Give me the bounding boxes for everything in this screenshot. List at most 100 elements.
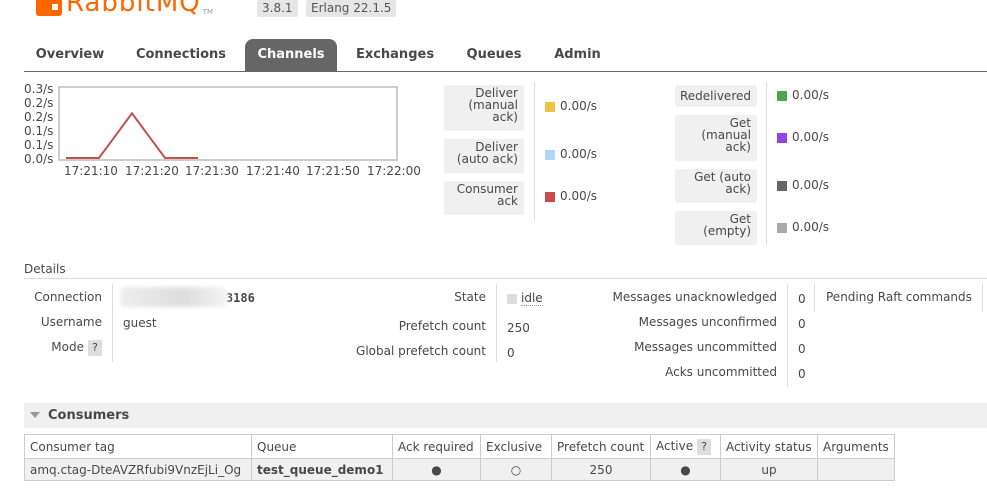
tab-admin[interactable]: Admin <box>542 39 613 71</box>
activity-status-cell: up <box>720 458 818 481</box>
y-tick-label: 0.2/s <box>24 96 54 110</box>
acks-uncommit-value: 0 <box>798 367 806 381</box>
username-label: Username <box>40 315 102 329</box>
y-tick-label: 0.2/s <box>24 110 54 124</box>
consumers-section-header[interactable] <box>24 403 987 428</box>
details-divider-4 <box>814 284 815 312</box>
rate-divider <box>534 82 535 220</box>
rate-value-deliver-manual: 0.00/s <box>560 99 598 113</box>
tab-channels[interactable]: Channels <box>245 39 337 71</box>
arguments-cell <box>817 458 895 481</box>
collapse-caret-icon[interactable] <box>30 412 40 418</box>
tab-connections[interactable]: Connections <box>127 39 235 71</box>
global-prefetch-label: Global prefetch count <box>356 344 486 358</box>
active-cell: ● <box>650 458 721 481</box>
ack-required-cell: ● <box>392 458 481 481</box>
version-badge: 3.8.1 <box>257 0 298 17</box>
mode-label: Mode <box>51 340 84 354</box>
mode-label-row: Mode? <box>24 340 102 356</box>
details-divider-3 <box>787 284 788 387</box>
x-tick-label: 17:21:30 <box>185 164 239 178</box>
rate-value-consumer-ack: 0.00/s <box>560 189 598 203</box>
rabbit-logo-icon <box>36 0 62 16</box>
details-divider-1 <box>112 284 113 362</box>
username-value: guest <box>123 316 157 330</box>
rate-label-get-auto-ack: Get (auto ack) <box>675 169 757 203</box>
col-exclusive: Exclusive <box>480 434 552 459</box>
details-divider-5 <box>982 284 983 312</box>
rate-value-get-empty: 0.00/s <box>792 220 830 234</box>
active-help-button[interactable]: ? <box>697 438 712 455</box>
col-consumer-tag: Consumer tag <box>24 434 252 459</box>
col-arguments: Arguments <box>817 434 895 459</box>
rate-divider <box>766 82 767 245</box>
col-queue: Queue <box>251 434 393 459</box>
msg-unconf-value: 0 <box>798 317 806 331</box>
tab-exchanges[interactable]: Exchanges <box>348 39 442 71</box>
mode-help-button[interactable]: ? <box>88 340 102 356</box>
consumers-table-header: Consumer tag Queue Ack required Exclusiv… <box>24 434 895 459</box>
trademark: TM <box>202 8 214 16</box>
legend-swatch-deliver-auto <box>545 150 555 160</box>
prefetch-label: Prefetch count <box>398 319 486 333</box>
rate-label-deliver-auto-ack: Deliver (auto ack) <box>444 139 524 173</box>
rabbitmq-logo[interactable]: RabbitMQ TM <box>36 0 213 16</box>
col-ack-required: Ack required <box>392 434 481 459</box>
message-rate-chart <box>58 86 398 161</box>
tab-overview[interactable]: Overview <box>24 39 116 71</box>
legend-swatch-deliver-manual <box>545 102 555 112</box>
acks-uncommit-label: Acks uncommitted <box>665 365 777 379</box>
col-activity-status: Activity status <box>720 434 818 459</box>
msg-uncommit-value: 0 <box>798 342 806 356</box>
x-tick-label: 17:21:50 <box>306 164 360 178</box>
tab-queues[interactable]: Queues <box>456 39 532 71</box>
y-tick-label: 0.1/s <box>24 138 54 152</box>
rate-label-deliver-manual-ack: Deliver (manual ack) <box>444 85 524 131</box>
consumer-tag-cell: amq.ctag-DteAVZRfubi9VnzEjLi_Og <box>24 458 252 481</box>
msg-unconf-label: Messages unconfirmed <box>638 315 777 329</box>
msg-unack-value: 0 <box>798 292 806 306</box>
y-tick-label: 0.3/s <box>24 82 54 96</box>
details-title: Details <box>24 262 66 276</box>
legend-swatch-get-auto <box>777 181 787 191</box>
rate-label-consumer-ack: Consumer ack <box>444 181 524 215</box>
table-row: amq.ctag-DteAVZRfubi9VnzEjLi_Og test_que… <box>24 458 895 481</box>
rate-value-deliver-auto: 0.00/s <box>560 147 598 161</box>
global-prefetch-value: 0 <box>507 346 515 360</box>
details-divider <box>24 278 987 279</box>
rate-label-get-empty: Get (empty) <box>675 211 757 245</box>
col-active: Active? <box>650 434 721 459</box>
rate-value-get-manual: 0.00/s <box>792 130 830 144</box>
prefetch-cell: 250 <box>551 458 651 481</box>
redacted-mask <box>120 287 228 307</box>
exclusive-cell: ○ <box>480 458 552 481</box>
state-value: idle <box>521 291 543 306</box>
state-label: State <box>454 290 486 304</box>
prefetch-value: 250 <box>507 321 530 335</box>
col-prefetch-count: Prefetch count <box>551 434 651 459</box>
legend-swatch-redelivered <box>777 91 787 101</box>
consumers-title[interactable]: Consumers <box>48 408 129 423</box>
x-tick-label: 17:22:00 <box>367 164 421 178</box>
legend-swatch-consumer-ack <box>545 192 555 202</box>
logo-text: RabbitMQ <box>66 0 201 18</box>
chart-plot <box>66 111 198 159</box>
x-tick-label: 17:21:10 <box>64 164 118 178</box>
header: RabbitMQ TM 3.8.1 Erlang 22.1.5 <box>0 0 987 20</box>
pending-raft-label: Pending Raft commands <box>826 290 972 304</box>
rate-value-redelivered: 0.00/s <box>792 88 830 102</box>
details-divider-2 <box>496 284 497 362</box>
x-tick-label: 17:21:20 <box>125 164 179 178</box>
legend-swatch-get-empty <box>777 223 787 233</box>
main-nav-tabs: Overview Connections Channels Exchanges … <box>24 39 987 72</box>
msg-uncommit-label: Messages uncommitted <box>634 340 777 354</box>
consumers-table: Consumer tag Queue Ack required Exclusiv… <box>24 434 895 481</box>
rate-label-redelivered: Redelivered <box>675 85 757 107</box>
queue-link[interactable]: test_queue_demo1 <box>251 458 393 481</box>
rate-value-get-auto: 0.00/s <box>792 178 830 192</box>
rate-label-get-manual-ack: Get (manual ack) <box>675 115 757 161</box>
y-tick-label: 0.0/s <box>24 152 54 166</box>
msg-unack-label: Messages unacknowledged <box>612 290 777 304</box>
state-indicator-icon <box>507 294 517 304</box>
y-tick-label: 0.1/s <box>24 124 54 138</box>
